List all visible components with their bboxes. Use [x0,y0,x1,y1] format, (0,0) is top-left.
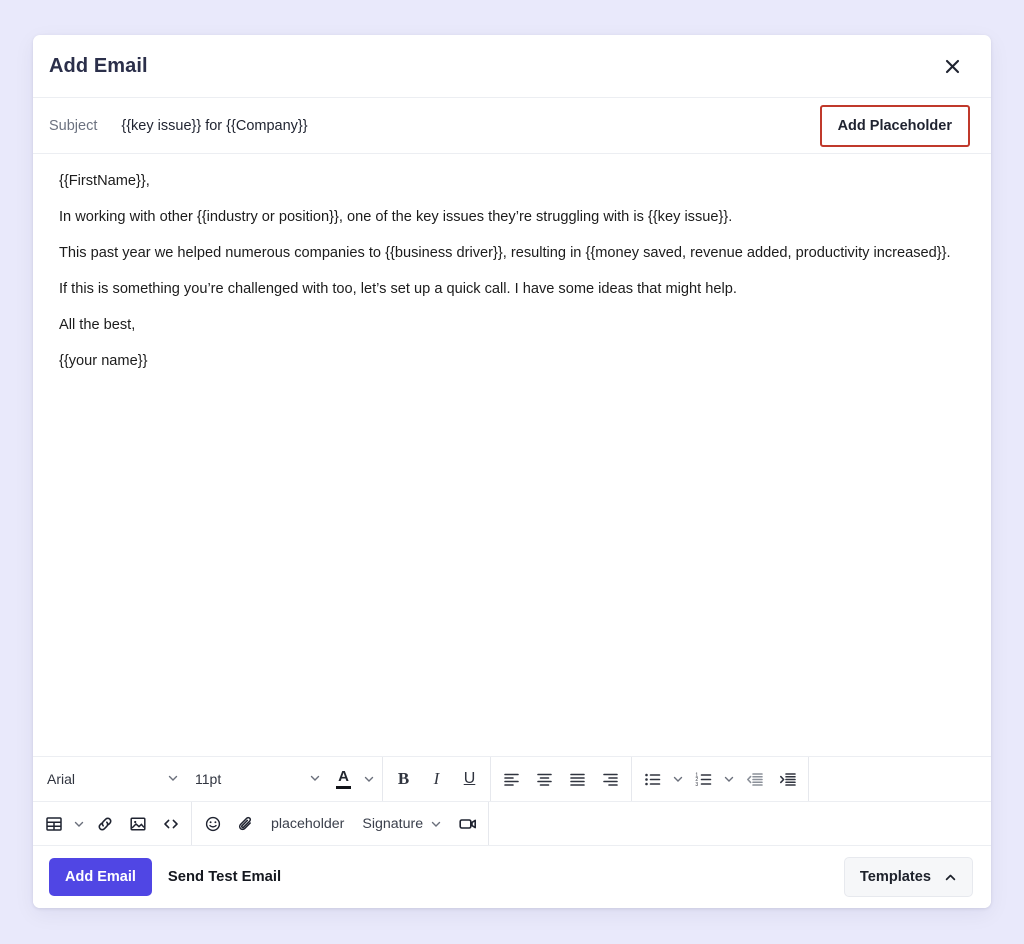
video-icon[interactable] [451,807,484,840]
font-family-select[interactable]: Arial [37,763,185,796]
page-title: Add Email [49,54,148,77]
body-paragraph: {{FirstName}}, [59,173,150,189]
underline-button[interactable]: U [453,763,486,796]
text-color-letter: A [338,768,349,785]
bold-icon: B [397,769,410,788]
font-size-value: 11pt [195,771,222,787]
italic-icon: I [433,769,440,788]
code-icon[interactable] [154,807,187,840]
align-left-icon[interactable] [495,763,528,796]
font-size-select[interactable]: 11pt [185,763,327,796]
italic-button[interactable]: I [420,763,453,796]
toolbar-group-style: B I U [383,757,491,801]
templates-button[interactable]: Templates [843,857,973,897]
bullet-list-icon[interactable] [636,763,669,796]
subject-row: Subject {{key issue}} for {{Company}} Ad… [33,98,991,154]
body-paragraph: All the best, [59,316,136,333]
body-paragraph: If this is something you’re challenged w… [59,280,737,297]
email-body-editor[interactable]: {{FirstName}}, In working with other {{i… [33,154,991,756]
paperclip-icon[interactable] [229,807,262,840]
toolbar-group-align [491,757,632,801]
signature-button[interactable]: Signature [353,807,451,840]
text-color-bar [336,786,351,789]
toolbar-group-lists: 123 [632,757,809,801]
table-icon[interactable] [37,807,70,840]
numbered-list-chevron-down-icon[interactable] [720,763,738,796]
indent-icon[interactable] [771,763,804,796]
align-right-icon[interactable] [594,763,627,796]
editor-toolbar-row-1: Arial 11pt A B I U 1 2 3 [33,756,991,801]
editor-toolbar-row-2: placeholder Signature [33,801,991,845]
close-icon[interactable] [939,53,965,79]
svg-text:3: 3 [695,782,698,788]
toolbar-group-extras: placeholder Signature [192,802,490,845]
templates-label: Templates [859,869,931,885]
placeholder-button[interactable]: placeholder [262,807,353,840]
toolbar-row-2-spacer [489,802,991,845]
bullet-list-chevron-down-icon[interactable] [669,763,687,796]
send-test-email-button[interactable]: Send Test Email [166,863,283,891]
underline-icon: U [463,770,476,787]
signature-chevron-down-icon [430,818,442,830]
page-background: Add Email Subject {{key issue}} for {{Co… [0,0,1024,944]
align-center-icon[interactable] [528,763,561,796]
body-paragraph: {{your name}} [59,352,148,369]
modal-header: Add Email [33,35,991,98]
footer-actions: Add Email Send Test Email [49,858,283,896]
add-email-modal: Add Email Subject {{key issue}} for {{Co… [33,35,991,908]
numbered-list-icon[interactable]: 123 [687,763,720,796]
bold-button[interactable]: B [387,763,420,796]
signature-label: Signature [362,815,424,832]
chevron-up-icon [944,871,957,884]
text-color-icon[interactable]: A [327,763,360,796]
subject-input[interactable]: {{key issue}} for {{Company}} [121,118,819,134]
chevron-down-icon [309,771,321,787]
font-family-value: Arial [47,771,76,787]
toolbar-group-font: Arial 11pt A [33,757,383,801]
chevron-down-icon [167,771,179,787]
toolbar-row-1-spacer [809,757,991,801]
text-color-chevron-down-icon[interactable] [360,763,378,796]
align-justify-icon[interactable] [561,763,594,796]
subject-label: Subject [49,117,98,134]
body-paragraph: In working with other {{industry or posi… [59,208,733,225]
link-icon[interactable] [88,807,121,840]
image-icon[interactable] [121,807,154,840]
toolbar-group-insert [33,802,192,845]
modal-footer: Add Email Send Test Email Templates [33,845,991,908]
table-chevron-down-icon[interactable] [70,807,88,840]
add-email-button[interactable]: Add Email [49,858,152,896]
add-placeholder-button[interactable]: Add Placeholder [819,104,970,147]
text-color-glyph: A [336,769,351,789]
outdent-icon[interactable] [738,763,771,796]
emoji-icon[interactable] [196,807,229,840]
body-paragraph: This past year we helped numerous compan… [59,244,951,261]
